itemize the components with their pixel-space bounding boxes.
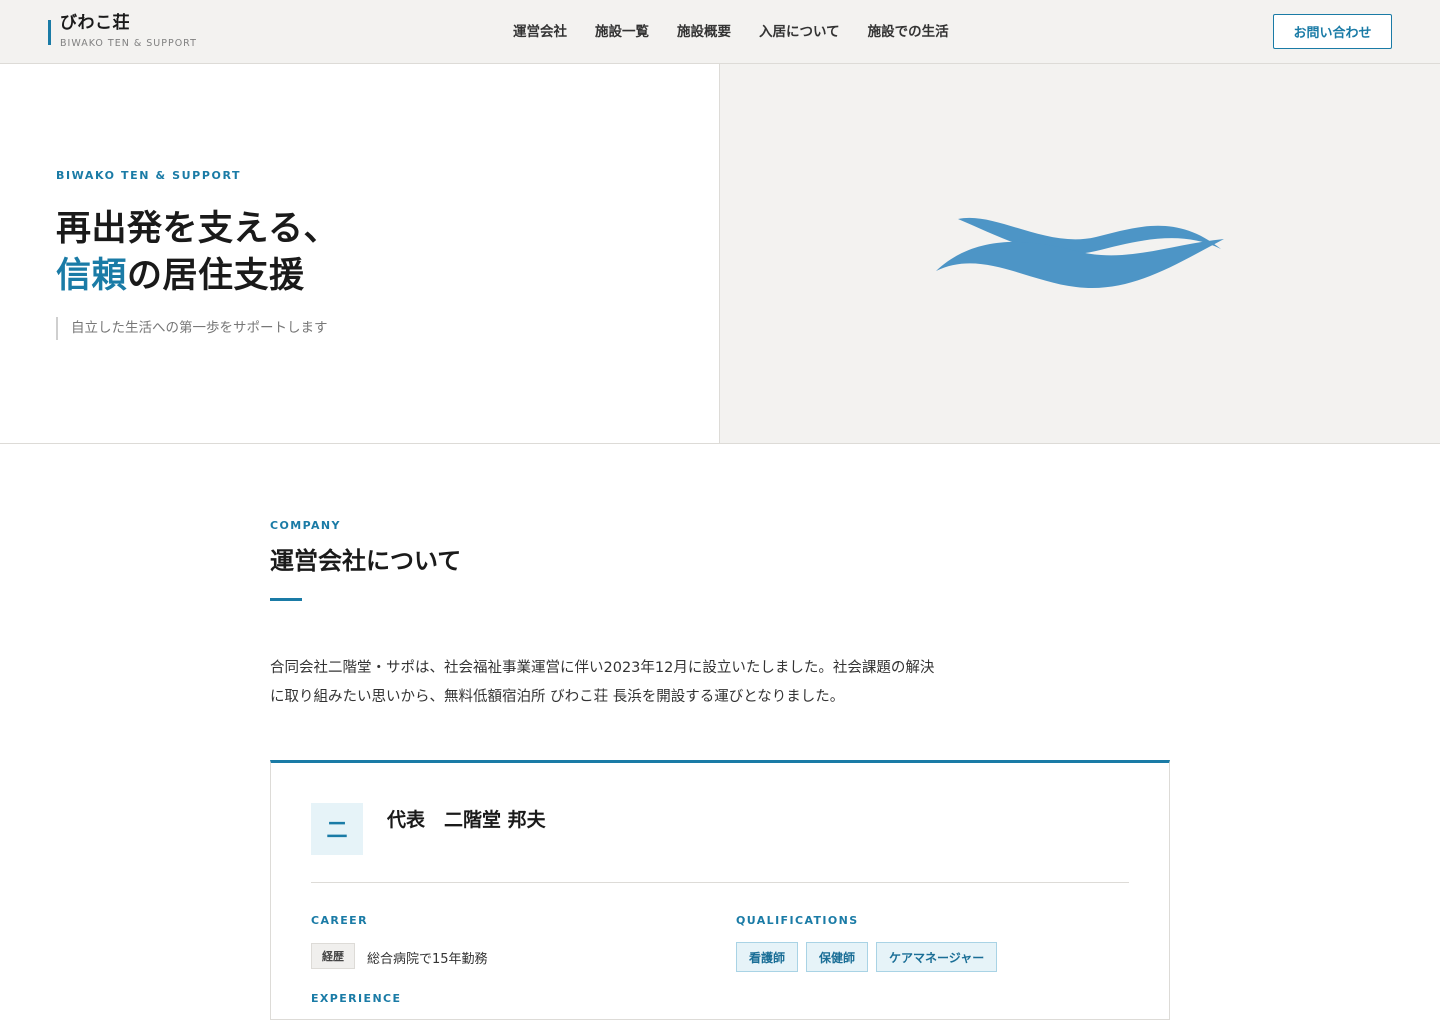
wave-logo-icon: [936, 217, 1224, 289]
company-description: 合同会社二階堂・サポは、社会福祉事業運営に伴い2023年12月に設立いたしました…: [270, 654, 970, 712]
company-title: 運営会社について: [270, 547, 462, 575]
representative-name: 代表 二階堂 邦夫: [387, 809, 546, 831]
hero-title: 再出発を支える、 信頼の居住支援: [56, 206, 339, 300]
avatar: 二: [311, 803, 363, 855]
brand-name: びわこ荘: [60, 13, 130, 33]
career-text: 総合病院で15年勤務: [367, 952, 488, 967]
nav-item-admission[interactable]: 入居について: [759, 22, 840, 42]
hero-title-line2: の居住支援: [127, 256, 305, 296]
main-nav: 運営会社 施設一覧 施設概要 入居について 施設での生活: [513, 22, 949, 42]
hero-title-accent: 信頼: [56, 256, 128, 296]
card-divider: [311, 882, 1129, 883]
company-description-line2: に取り組みたい思いから、無料低額宿泊所 びわこ荘 長浜を開設する運びとなりました…: [270, 689, 845, 705]
brand-logo[interactable]: びわこ荘 BIWAKO TEN & SUPPORT: [48, 12, 197, 49]
profile-card: 二 代表 二階堂 邦夫 CAREER 経歴 総合病院で15年勤務 EXPERIE…: [270, 760, 1170, 1020]
nav-item-life[interactable]: 施設での生活: [868, 22, 949, 42]
brand-accent-bar: [48, 20, 51, 45]
hero-eyebrow: BIWAKO TEN & SUPPORT: [56, 169, 242, 182]
hero-title-line1: 再出発を支える、: [56, 209, 339, 249]
hero-text-panel: BIWAKO TEN & SUPPORT 再出発を支える、 信頼の居住支援 自立…: [0, 64, 719, 443]
hero-section: BIWAKO TEN & SUPPORT 再出発を支える、 信頼の居住支援 自立…: [0, 64, 1440, 444]
hero-subtitle: 自立した生活への第一歩をサポートします: [56, 317, 328, 340]
qualification-tag: 看護師: [736, 942, 799, 972]
site-header: びわこ荘 BIWAKO TEN & SUPPORT 運営会社 施設一覧 施設概要…: [0, 0, 1440, 64]
career-label: CAREER: [311, 914, 368, 927]
qualifications-list: 看護師 保健師 ケアマネージャー: [736, 942, 998, 972]
qualifications-label: QUALIFICATIONS: [736, 914, 859, 927]
qualification-tag: 保健師: [806, 942, 869, 972]
qualification-tag: ケアマネージャー: [876, 942, 998, 972]
nav-item-facility-overview[interactable]: 施設概要: [677, 22, 731, 42]
company-eyebrow: COMPANY: [270, 519, 341, 532]
title-underline: [270, 598, 302, 601]
company-description-line1: 合同会社二階堂・サポは、社会福祉事業運営に伴い2023年12月に設立いたしました…: [270, 660, 935, 676]
experience-label: EXPERIENCE: [311, 992, 402, 1005]
career-tag: 経歴: [311, 943, 355, 969]
brand-subtitle: BIWAKO TEN & SUPPORT: [60, 38, 197, 49]
nav-item-facility-list[interactable]: 施設一覧: [595, 22, 649, 42]
nav-item-company[interactable]: 運営会社: [513, 22, 567, 42]
contact-button[interactable]: お問い合わせ: [1273, 14, 1392, 49]
hero-image-panel: [719, 64, 1440, 443]
